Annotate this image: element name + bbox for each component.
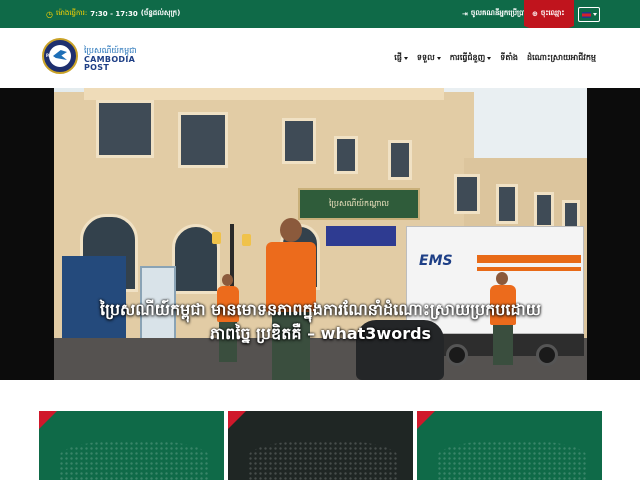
- nav-item-business[interactable]: ការធ្វើជំនួញ: [450, 52, 492, 64]
- working-hours-label: ម៉ោងធ្វើការ:: [55, 9, 88, 17]
- building-window: [334, 136, 358, 174]
- clock-icon: ◷: [46, 9, 53, 19]
- building-window: [534, 192, 554, 228]
- login-label: ចូលគណនីអ្នកប្រើប្រាស់: [470, 9, 533, 17]
- building-window: [496, 184, 518, 224]
- chevron-down-icon: [487, 56, 492, 60]
- nav-item-business-solutions[interactable]: ដំណោះស្រាយអាជីវកម្ម: [527, 52, 596, 64]
- dotted-map-graphic: [59, 441, 209, 480]
- service-card[interactable]: [39, 411, 224, 480]
- truck-stripe: [477, 267, 581, 271]
- site-header: P.T. ប្រៃសណីយ៍កម្ពុជា CAMBODIA POST ផ្ញើ…: [0, 28, 640, 88]
- building-window: [282, 118, 316, 164]
- lamp-light: [212, 232, 221, 244]
- nav-item-label: ទទួល: [416, 53, 435, 62]
- card-corner-accent: [39, 411, 57, 429]
- nav-item-label: ដំណោះស្រាយអាជីវកម្ម: [527, 53, 596, 62]
- login-link[interactable]: ⇥ ចូលគណនីអ្នកប្រើប្រាស់: [462, 9, 532, 19]
- service-card[interactable]: [417, 411, 602, 480]
- hero-caption-line1: ប្រៃសណីយ៍កម្ពុជា មានមោទនភាពក្នុងការណែនាំ…: [100, 300, 541, 319]
- card-corner-accent: [417, 411, 435, 429]
- service-cards: [39, 411, 602, 480]
- truck-wheel: [536, 344, 558, 366]
- building-window: [96, 100, 154, 158]
- brand-name-english-line2[interactable]: POST: [84, 63, 109, 72]
- blue-banner: [326, 226, 396, 246]
- chevron-down-icon: [436, 56, 441, 60]
- nav-item-label: ផ្ញើ: [394, 53, 402, 62]
- working-days: (ច័ន្ទដល់សុក្រ): [140, 9, 181, 17]
- building-window: [178, 112, 228, 168]
- nav-item-send[interactable]: ផ្ញើ: [394, 52, 408, 64]
- nav-item-locations[interactable]: ទីតាំង: [500, 52, 518, 64]
- logo-ring-text: P.T.: [46, 53, 54, 58]
- sign-in-icon: ⇥: [462, 10, 468, 18]
- building-window: [388, 140, 412, 180]
- building-window: [454, 174, 480, 214]
- top-bar: ◷ ម៉ោងធ្វើការ: 7:30 - 17:30 (ច័ន្ទដល់សុក…: [0, 0, 640, 36]
- register-link[interactable]: ⊕ ចុះឈ្មោះ: [532, 9, 564, 19]
- truck-stripe: [477, 255, 581, 263]
- post-office-sign: ប្រៃសណីយ៍កណ្តាល: [298, 188, 420, 220]
- cambodia-flag-icon: [581, 11, 591, 18]
- ems-logo: EMS: [419, 253, 453, 269]
- chevron-down-icon: [592, 13, 597, 16]
- nav-item-label: ការធ្វើជំនួញ: [449, 53, 486, 62]
- dotted-map-graphic: [437, 441, 587, 480]
- hero-caption: ប្រៃសណីយ៍កម្ពុជា មានមោទនភាពក្នុងការណែនាំ…: [54, 298, 587, 346]
- service-card[interactable]: [228, 411, 413, 480]
- working-hours-value: 7:30 - 17:30: [90, 10, 138, 18]
- lamp-light: [242, 234, 251, 246]
- hero-caption-line2: ភាពច្នៃ ប្រឌិតគឺ – what3words: [209, 324, 432, 343]
- post-office-sign-text: ប្រៃសណីយ៍កណ្តាល: [329, 199, 389, 208]
- cambodia-post-logo[interactable]: P.T.: [42, 38, 78, 74]
- truck-wheel: [446, 344, 468, 366]
- main-nav: ផ្ញើ ទទួល ការធ្វើជំនួញ ទីតាំង ដំណោះស្រាយ…: [394, 52, 596, 64]
- register-label: ចុះឈ្មោះ: [540, 9, 565, 17]
- building-cornice: [84, 88, 444, 100]
- nav-item-receive[interactable]: ទទួល: [417, 52, 441, 64]
- user-icon: ⊕: [532, 10, 538, 18]
- card-corner-accent: [228, 411, 246, 429]
- dotted-map-graphic: [248, 441, 398, 480]
- chevron-down-icon: [403, 56, 408, 60]
- language-select[interactable]: [578, 7, 600, 22]
- working-hours: ◷ ម៉ោងធ្វើការ: 7:30 - 17:30 (ច័ន្ទដល់សុក…: [46, 9, 180, 19]
- hero-banner[interactable]: ប្រៃសណីយ៍កណ្តាល EMS ប្រៃសណីយ៍កម្ពុជា មាន…: [54, 88, 587, 380]
- nav-item-label: ទីតាំង: [500, 53, 519, 62]
